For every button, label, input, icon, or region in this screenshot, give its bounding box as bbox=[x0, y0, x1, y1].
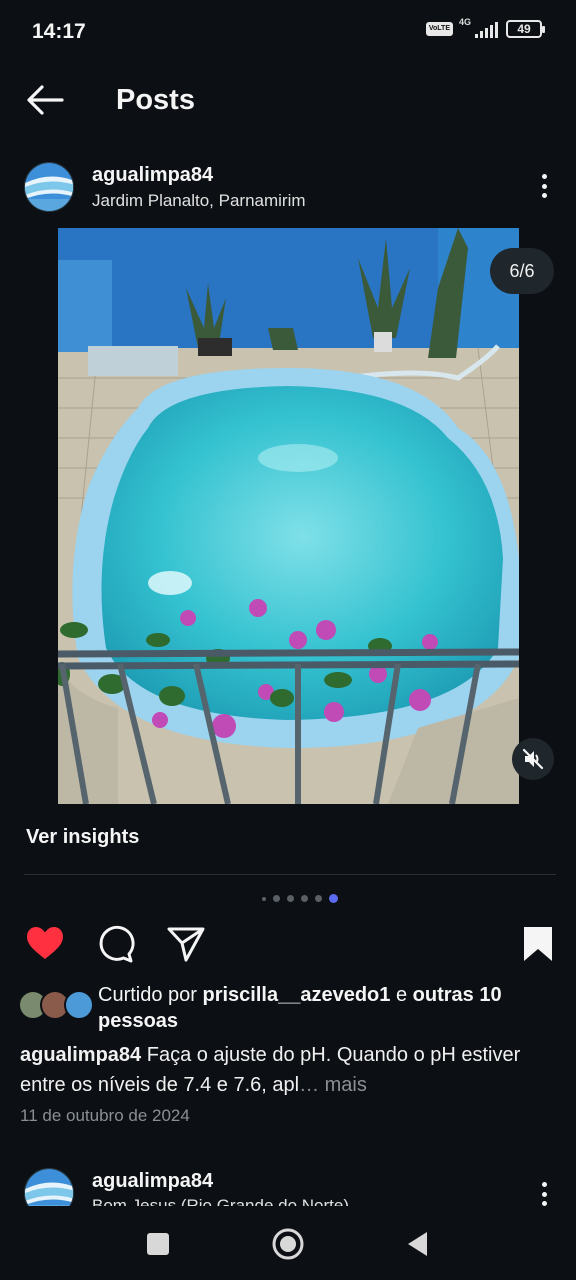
status-bar: 14:17 VoLTE 4G 49 bbox=[0, 0, 576, 64]
next-post-location[interactable]: Bom Jesus (Rio Grande do Norte) bbox=[92, 1196, 349, 1206]
signal-icon: 4G bbox=[459, 17, 498, 38]
carousel-dot bbox=[315, 895, 322, 902]
view-insights-link[interactable]: Ver insights bbox=[26, 826, 139, 849]
volte-icon: VoLTE bbox=[425, 22, 453, 36]
status-time: 14:17 bbox=[32, 20, 86, 43]
mute-button[interactable] bbox=[512, 738, 554, 780]
post-media[interactable] bbox=[58, 228, 519, 804]
post-actions bbox=[0, 922, 576, 966]
post-header: agualimpa84 Jardim Planalto, Parnamirim bbox=[0, 160, 576, 216]
post-username[interactable]: agualimpa84 bbox=[92, 164, 213, 187]
liker-avatars bbox=[18, 990, 94, 1022]
heart-filled-icon bbox=[27, 927, 63, 959]
more-dot-icon bbox=[541, 183, 547, 189]
caption-more-link[interactable]: mais bbox=[325, 1074, 367, 1096]
save-button[interactable] bbox=[518, 924, 558, 964]
more-options-button[interactable] bbox=[538, 170, 550, 202]
triangle-back-icon bbox=[408, 1232, 427, 1256]
top-bar: Posts bbox=[0, 64, 576, 136]
carousel-dot bbox=[262, 896, 266, 901]
likes-connector: e bbox=[390, 984, 413, 1006]
bookmark-filled-icon bbox=[524, 927, 552, 961]
like-button[interactable] bbox=[25, 924, 65, 964]
media-counter: 6/6 bbox=[490, 248, 554, 294]
more-dot-icon bbox=[541, 174, 547, 179]
pool-photo bbox=[58, 228, 519, 804]
likes-text: Curtido por priscilla__azevedo1 e outras… bbox=[98, 982, 568, 1034]
more-dot-icon bbox=[541, 193, 547, 198]
speaker-muted-icon bbox=[522, 748, 544, 770]
comment-icon bbox=[99, 925, 135, 963]
carousel-indicator bbox=[0, 894, 576, 903]
liker-username[interactable]: priscilla__azevedo1 bbox=[203, 984, 391, 1006]
battery-level: 49 bbox=[517, 22, 531, 36]
avatar bbox=[64, 990, 94, 1020]
carousel-dot bbox=[301, 895, 308, 902]
circle-home-icon bbox=[272, 1228, 304, 1260]
carousel-dot-active bbox=[329, 894, 338, 903]
likes-prefix: Curtido por bbox=[98, 984, 203, 1006]
send-icon bbox=[167, 927, 205, 962]
network-type: 4G bbox=[459, 17, 472, 27]
carousel-dot bbox=[273, 895, 280, 902]
divider bbox=[24, 874, 556, 875]
caption-ellipsis: … bbox=[299, 1074, 325, 1096]
share-button[interactable] bbox=[166, 924, 206, 964]
next-post-header: agualimpa84 Bom Jesus (Rio Grande do Nor… bbox=[0, 1164, 576, 1206]
avatar[interactable] bbox=[24, 1168, 74, 1206]
next-post-more-button[interactable] bbox=[538, 1178, 550, 1206]
comment-button[interactable] bbox=[96, 924, 136, 964]
next-post-username[interactable]: agualimpa84 bbox=[92, 1170, 213, 1193]
caption-username[interactable]: agualimpa84 bbox=[20, 1044, 141, 1066]
more-dot-icon bbox=[541, 1191, 547, 1197]
home-button[interactable] bbox=[268, 1224, 308, 1264]
system-back-button[interactable] bbox=[398, 1224, 438, 1264]
square-icon bbox=[147, 1233, 169, 1255]
status-icons: VoLTE 4G 49 bbox=[425, 17, 545, 38]
carousel-dot bbox=[287, 895, 294, 902]
back-button[interactable] bbox=[24, 82, 66, 118]
post-location[interactable]: Jardim Planalto, Parnamirim bbox=[92, 191, 306, 211]
more-dot-icon bbox=[541, 1182, 547, 1187]
post-caption: agualimpa84 Faça o ajuste do pH. Quando … bbox=[20, 1040, 560, 1100]
arrow-left-icon bbox=[27, 85, 64, 115]
avatar[interactable] bbox=[24, 162, 74, 212]
page-title: Posts bbox=[116, 84, 195, 116]
system-nav-bar bbox=[0, 1206, 576, 1280]
post-date: 11 de outubro de 2024 bbox=[20, 1106, 190, 1125]
recents-button[interactable] bbox=[138, 1224, 178, 1264]
battery-icon: 49 bbox=[506, 20, 545, 38]
